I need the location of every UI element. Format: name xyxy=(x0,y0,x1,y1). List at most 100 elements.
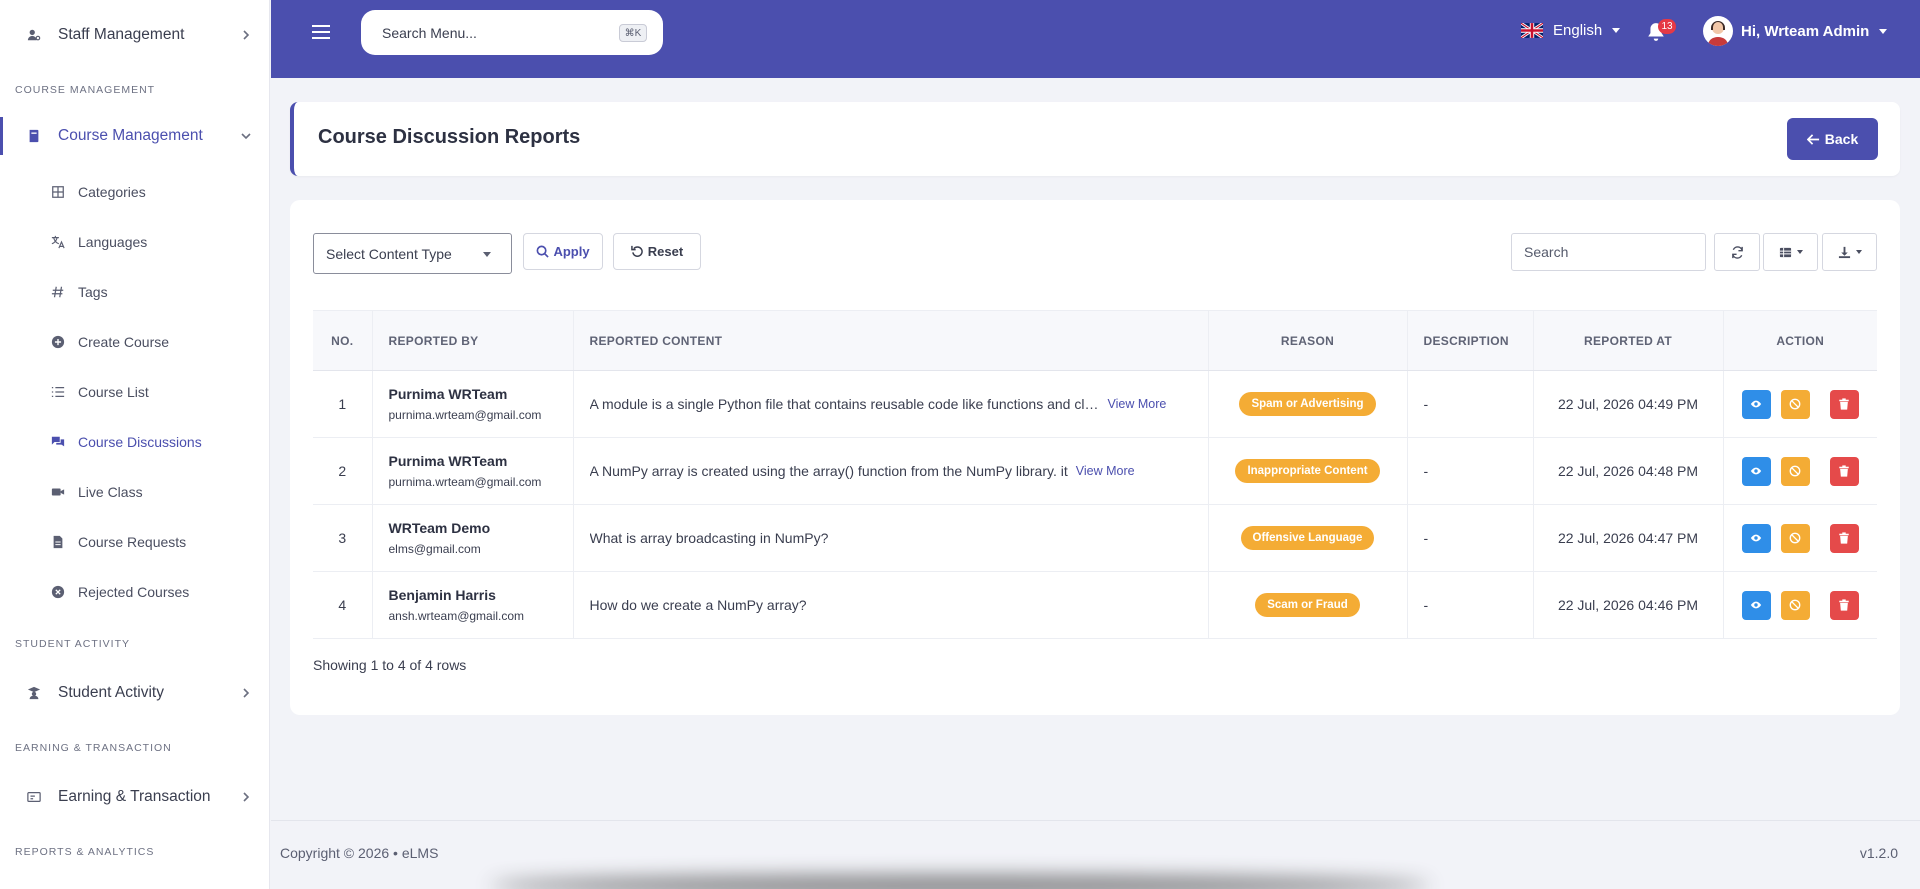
version-text: v1.2.0 xyxy=(1859,845,1898,861)
view-more-link[interactable]: View More xyxy=(1108,397,1167,411)
reason-cell: Inappropriate Content xyxy=(1207,437,1407,505)
user-menu[interactable]: Hi, Wrteam Admin xyxy=(1703,16,1888,46)
col-header-reported-content[interactable]: REPORTED CONTENT xyxy=(572,310,1208,371)
menu-icon[interactable] xyxy=(311,24,331,40)
grid-icon xyxy=(50,184,66,200)
view-button[interactable] xyxy=(1741,389,1771,419)
delete-button[interactable] xyxy=(1829,523,1859,553)
back-button[interactable]: Back xyxy=(1787,118,1878,160)
sidebar-item-earning-transaction[interactable]: Earning & Transaction xyxy=(0,777,269,817)
reported-by-cell: Benjamin Harris ansh.wrteam@gmail.com xyxy=(371,571,573,639)
sidebar-item-label: Categories xyxy=(78,184,146,200)
trash-icon xyxy=(1839,532,1849,544)
view-button[interactable] xyxy=(1741,456,1771,486)
table-row: 4 Benjamin Harris ansh.wrteam@gmail.com … xyxy=(313,571,1877,639)
table-row: 2 Purnima WRTeam purnima.wrteam@gmail.co… xyxy=(313,437,1877,505)
reason-cell: Scam or Fraud xyxy=(1207,571,1407,639)
translate-icon xyxy=(50,234,66,250)
download-icon xyxy=(1838,246,1850,258)
menu-search-input[interactable]: Search Menu... ⌘K xyxy=(361,10,663,55)
content-type-select[interactable]: Select Content Type xyxy=(313,233,512,274)
chevron-right-icon xyxy=(243,688,250,698)
content-type-value: Select Content Type xyxy=(326,245,452,262)
ban-icon xyxy=(1789,398,1801,410)
sidebar-item-languages[interactable]: Languages xyxy=(0,227,269,257)
ban-icon xyxy=(1789,465,1801,477)
caret-down-icon xyxy=(483,252,491,257)
row-number: 4 xyxy=(313,571,372,639)
row-number: 1 xyxy=(313,370,372,438)
col-header-reported-at[interactable]: REPORTED AT xyxy=(1532,310,1723,371)
sidebar-item-create-course[interactable]: Create Course xyxy=(0,327,269,357)
description-cell: - xyxy=(1406,370,1533,438)
page-title: Course Discussion Reports xyxy=(318,126,581,148)
sidebar-item-course-list[interactable]: Course List xyxy=(0,377,269,407)
user-greeting: Hi, Wrteam Admin xyxy=(1741,22,1870,40)
section-heading-reports: REPORTS & ANALYTICS xyxy=(15,846,155,858)
refresh-button[interactable] xyxy=(1714,233,1760,271)
undo-icon xyxy=(630,245,643,257)
notification-badge: 13 xyxy=(1658,19,1676,34)
reported-content-text: A NumPy array is created using the array… xyxy=(589,463,1068,479)
page-header: Course Discussion Reports Back xyxy=(290,102,1900,176)
ban-button[interactable] xyxy=(1780,523,1810,553)
delete-button[interactable] xyxy=(1829,389,1859,419)
reset-button[interactable]: Reset xyxy=(613,233,701,270)
delete-button[interactable] xyxy=(1829,456,1859,486)
sidebar-item-label: Course List xyxy=(78,384,149,400)
trash-icon xyxy=(1839,398,1849,410)
sidebar-item-rejected-courses[interactable]: Rejected Courses xyxy=(0,577,269,607)
ban-button[interactable] xyxy=(1780,590,1810,620)
table-icon xyxy=(1779,247,1791,257)
table-search-input[interactable] xyxy=(1511,233,1706,271)
export-button[interactable] xyxy=(1822,233,1877,271)
delete-button[interactable] xyxy=(1829,590,1859,620)
sidebar-item-student-activity[interactable]: Student Activity xyxy=(0,673,269,713)
section-heading-course: COURSE MANAGEMENT xyxy=(15,84,156,96)
sidebar-item-course-management[interactable]: Course Management xyxy=(0,116,269,156)
copyright-text: Copyright © 2026 • eLMS xyxy=(280,845,439,861)
col-header-no[interactable]: NO. xyxy=(313,310,372,371)
sidebar-item-label: Earning & Transaction xyxy=(58,788,211,805)
reported-by-cell: Purnima WRTeam purnima.wrteam@gmail.com xyxy=(371,370,573,438)
reported-content-cell: A module is a single Python file that co… xyxy=(572,370,1208,438)
sidebar-item-label: Tags xyxy=(78,284,108,300)
search-icon xyxy=(536,245,550,258)
reason-cell: Spam or Advertising xyxy=(1207,370,1407,438)
sidebar-item-label: Course Requests xyxy=(78,534,187,550)
top-navbar: Search Menu... ⌘K English 13 Hi, Wrteam … xyxy=(271,0,1920,78)
columns-toggle-button[interactable] xyxy=(1763,233,1818,271)
apply-button[interactable]: Apply xyxy=(523,233,603,270)
chevron-right-icon xyxy=(243,792,250,802)
reported-at-cell: 22 Jul, 2026 04:49 PM xyxy=(1532,370,1723,438)
sidebar-item-tags[interactable]: Tags xyxy=(0,277,269,307)
reset-label: Reset xyxy=(647,244,684,259)
reported-at-cell: 22 Jul, 2026 04:47 PM xyxy=(1532,504,1723,572)
sidebar-item-label: Rejected Courses xyxy=(78,584,190,600)
view-button[interactable] xyxy=(1741,523,1771,553)
col-header-reason[interactable]: REASON xyxy=(1207,310,1407,371)
view-more-link[interactable]: View More xyxy=(1076,464,1135,478)
reported-at-cell: 22 Jul, 2026 04:46 PM xyxy=(1532,571,1723,639)
col-header-reported-by[interactable]: REPORTED BY xyxy=(371,310,573,371)
caret-down-icon xyxy=(1796,250,1803,254)
action-cell xyxy=(1722,437,1877,505)
sidebar-item-live-class[interactable]: Live Class xyxy=(0,477,269,507)
ban-button[interactable] xyxy=(1780,456,1810,486)
language-selector[interactable]: English xyxy=(1521,22,1621,39)
reporter-email: elms@gmail.com xyxy=(388,542,481,556)
sidebar-item-categories[interactable]: Categories xyxy=(0,177,269,207)
reason-cell: Offensive Language xyxy=(1207,504,1407,572)
sidebar-item-staff-management[interactable]: Staff Management xyxy=(0,15,269,55)
eye-icon xyxy=(1751,467,1762,475)
col-header-description[interactable]: DESCRIPTION xyxy=(1406,310,1533,371)
sidebar-item-course-requests[interactable]: Course Requests xyxy=(0,527,269,557)
student-icon xyxy=(26,685,42,701)
sidebar-item-course-discussions[interactable]: Course Discussions xyxy=(0,427,269,457)
sidebar-item-label: Staff Management xyxy=(58,26,185,43)
description-cell: - xyxy=(1406,437,1533,505)
view-button[interactable] xyxy=(1741,590,1771,620)
col-header-action: ACTION xyxy=(1722,310,1877,371)
ban-button[interactable] xyxy=(1780,389,1810,419)
reason-badge: Offensive Language xyxy=(1240,526,1375,550)
